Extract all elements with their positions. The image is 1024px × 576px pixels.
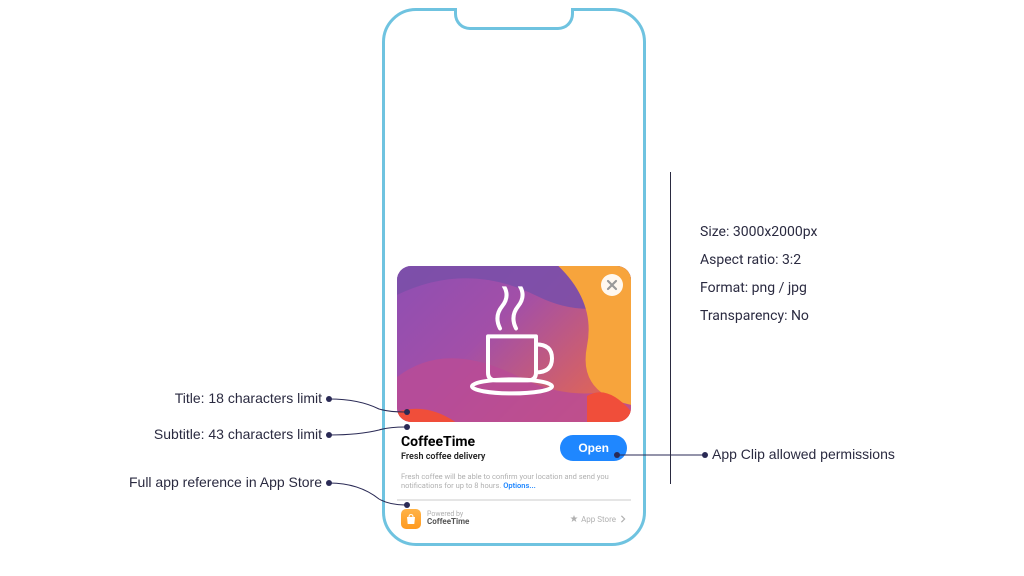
image-specs: Size: 3000x2000px Aspect ratio: 3:2 Form… <box>700 218 817 330</box>
annotation-leader <box>617 452 707 462</box>
annotation-dot <box>404 409 410 415</box>
app-clip-card: CoffeeTime Fresh coffee delivery Open Fr… <box>397 266 631 532</box>
annotation-dot <box>702 452 708 458</box>
annotation-leader <box>329 483 409 507</box>
appstore-icon <box>570 515 578 523</box>
bag-icon <box>405 513 417 525</box>
app-icon <box>401 509 421 529</box>
chevron-right-icon <box>619 515 627 523</box>
permissions-options-link[interactable]: Options... <box>503 481 536 490</box>
app-title: CoffeeTime <box>401 434 552 450</box>
phone-notch <box>454 8 574 30</box>
footer-text: Powered by CoffeeTime <box>427 511 564 527</box>
annotation-leader <box>329 427 409 439</box>
meta-row: CoffeeTime Fresh coffee delivery Open <box>397 422 631 472</box>
spec-divider <box>670 172 671 484</box>
annotation-subtitle-limit: Subtitle: 43 characters limit <box>0 426 322 442</box>
spec-transparency: Transparency: No <box>700 302 817 330</box>
spec-aspect: Aspect ratio: 3:2 <box>700 246 817 274</box>
footer-app-name: CoffeeTime <box>427 518 564 527</box>
spec-size: Size: 3000x2000px <box>700 218 817 246</box>
annotation-dot <box>404 502 410 508</box>
app-store-label: App Store <box>581 515 616 524</box>
annotation-appstore-ref: Full app reference in App Store <box>0 474 322 490</box>
hero-image <box>397 266 631 422</box>
annotation-title-limit: Title: 18 characters limit <box>0 390 322 406</box>
annotation-dot <box>404 424 410 430</box>
footer-row: Powered by CoffeeTime App Store <box>397 501 631 531</box>
phone-frame: CoffeeTime Fresh coffee delivery Open Fr… <box>382 8 646 546</box>
close-icon <box>606 279 618 291</box>
meta-text: CoffeeTime Fresh coffee delivery <box>401 434 552 462</box>
close-button[interactable] <box>601 274 623 296</box>
annotation-leader <box>329 399 409 413</box>
spec-format: Format: png / jpg <box>700 274 817 302</box>
app-subtitle: Fresh coffee delivery <box>401 452 552 462</box>
app-store-link[interactable]: App Store <box>570 515 627 524</box>
permissions-text: Fresh coffee will be able to confirm you… <box>397 472 631 502</box>
coffee-cup-icon <box>454 286 574 406</box>
annotation-permissions: App Clip allowed permissions <box>712 446 895 462</box>
